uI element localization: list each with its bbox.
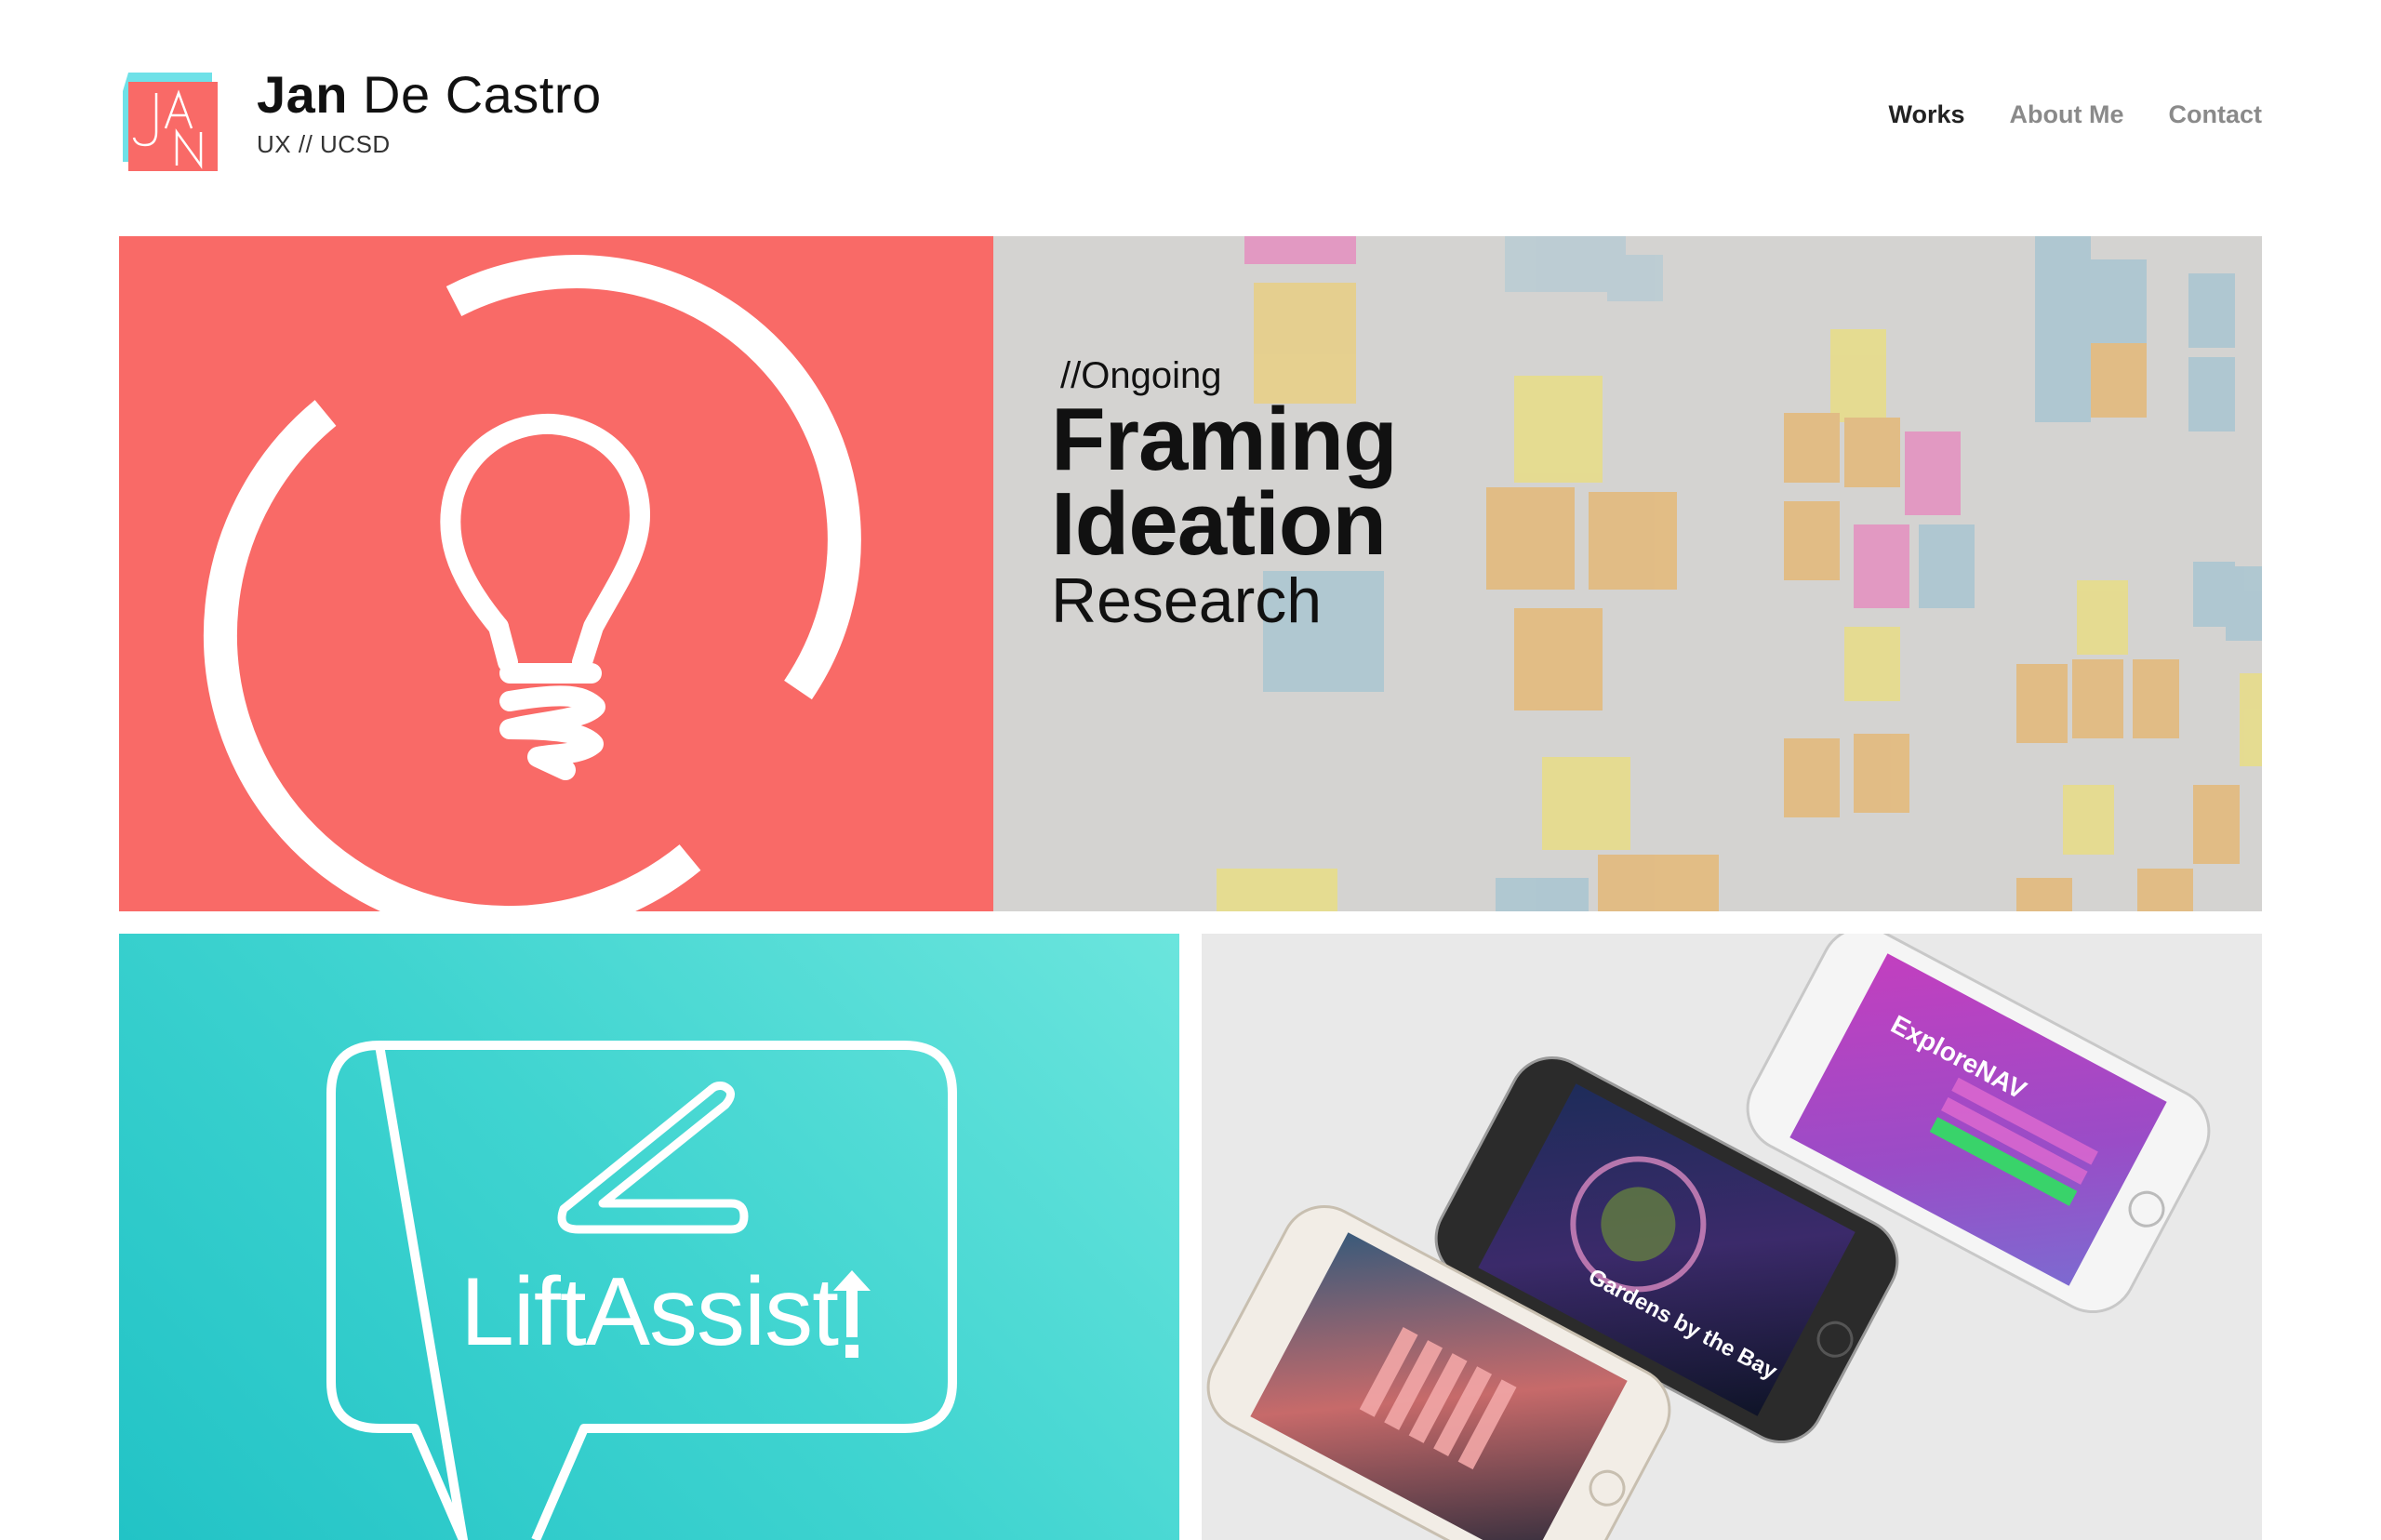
brand: Jan De Castro UX // UCSD (257, 69, 602, 159)
project-tile-explorenav[interactable]: ExploreNAV Gardens by the Bay (1202, 934, 2262, 1540)
site-subtitle: UX // UCSD (257, 130, 391, 158)
lift-arrow-icon (833, 1270, 871, 1358)
project-tile-framing-ideation[interactable]: //Ongoing Framing Ideation Research (119, 236, 2262, 911)
site-header: Jan De Castro UX // UCSD Works About Me … (119, 65, 2262, 177)
nav-works[interactable]: Works (1888, 100, 1964, 129)
logo-icon[interactable] (119, 73, 218, 171)
project-title-line3: Research (1051, 565, 1323, 637)
main-nav: Works About Me Contact (1888, 100, 2262, 129)
first-name: Jan (257, 65, 348, 124)
speech-bubble-icon (326, 1041, 957, 1540)
project-title-line2: Ideation (1051, 474, 1387, 575)
hero-right-panel: //Ongoing Framing Ideation Research (993, 236, 2262, 911)
project-tile-liftassist[interactable]: LiftAssist (119, 934, 1179, 1540)
project-title-line1: Framing (1051, 390, 1398, 489)
hero-left-panel (119, 236, 993, 911)
nav-about-me[interactable]: About Me (2010, 100, 2124, 129)
phones-mockup: ExploreNAV Gardens by the Bay (1206, 934, 2211, 1540)
liftassist-title: LiftAssist (459, 1258, 839, 1366)
last-name: De Castro (348, 65, 602, 124)
lightbulb-icon (203, 255, 861, 911)
nav-contact[interactable]: Contact (2169, 100, 2263, 129)
hero-text: //Ongoing Framing Ideation Research (1051, 355, 1398, 637)
site-title[interactable]: Jan De Castro (257, 69, 602, 121)
